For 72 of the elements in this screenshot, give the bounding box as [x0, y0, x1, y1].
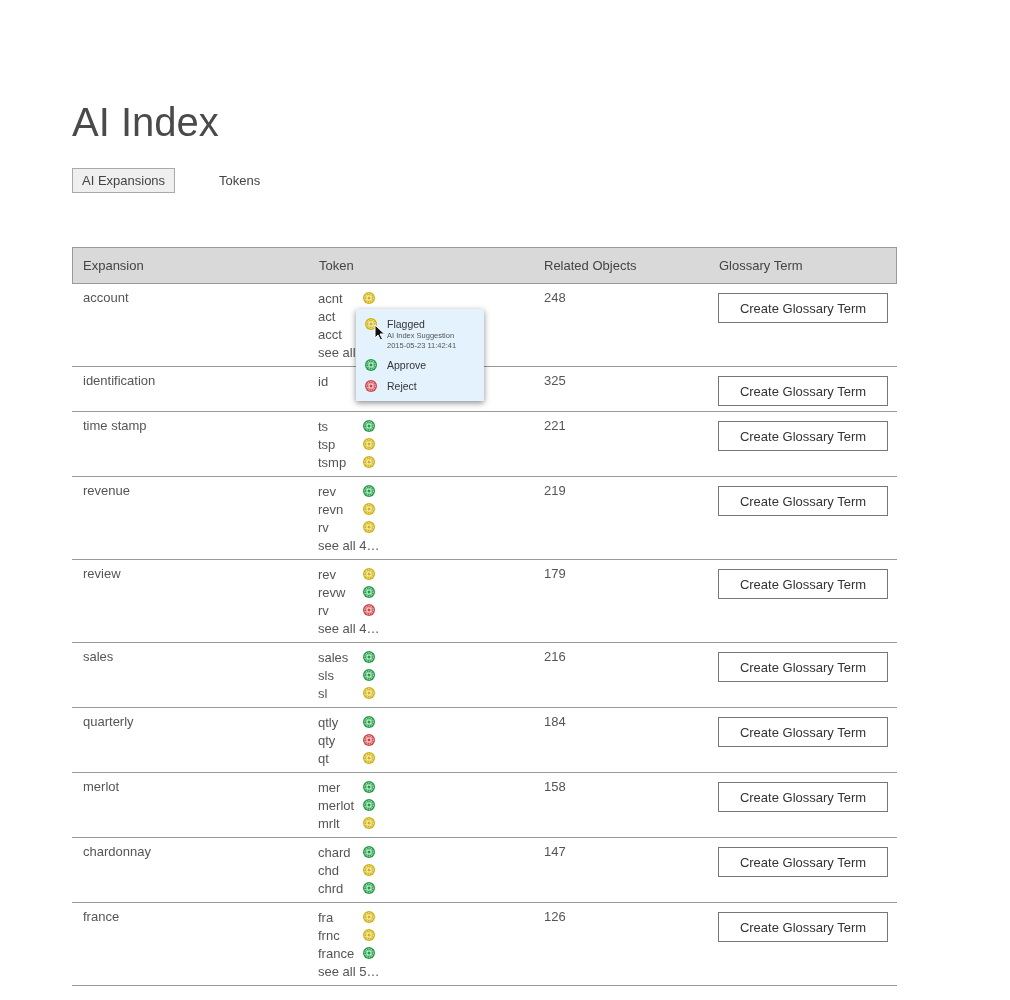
see-all-link[interactable]: see all 4…	[318, 537, 380, 553]
token-text: act	[318, 308, 337, 324]
tab[interactable]: AI Expansions	[72, 168, 176, 193]
create-glossary-term-button[interactable]: Create Glossary Term	[718, 847, 888, 877]
create-glossary-term-button[interactable]: Create Glossary Term	[718, 652, 888, 682]
token-text: rev	[318, 566, 338, 582]
create-glossary-term-button[interactable]: Create Glossary Term	[718, 569, 888, 599]
related-objects-cell: 216	[544, 649, 566, 664]
expansion-cell: france	[83, 909, 120, 924]
cursor-icon	[374, 324, 386, 341]
related-objects-cell: 325	[544, 373, 566, 388]
related-objects-cell: 147	[544, 844, 566, 859]
expansion-cell: quarterly	[83, 714, 134, 729]
menu-item[interactable]: Approve	[387, 358, 427, 372]
related-objects-cell: 158	[544, 779, 566, 794]
expansion-cell: account	[83, 290, 129, 305]
expansion-cell: sales	[83, 649, 114, 664]
token-text: france	[318, 945, 356, 961]
see-all-link[interactable]: see all 5…	[318, 963, 380, 979]
expansion-cell: chardonnay	[83, 844, 151, 859]
token-text: merlot	[318, 797, 356, 813]
expansion-cell: review	[83, 566, 121, 581]
column-header: Expansion	[82, 258, 145, 273]
token-text: ts	[318, 418, 330, 434]
token-text: id	[318, 373, 330, 389]
token-text: chard	[318, 844, 352, 860]
create-glossary-term-button[interactable]: Create Glossary Term	[718, 717, 888, 747]
token-text: revw	[318, 584, 347, 600]
token-text: qtly	[318, 714, 340, 730]
token-text: rv	[318, 519, 330, 535]
related-objects-cell: 179	[544, 566, 566, 581]
tab[interactable]: Tokens	[218, 168, 262, 193]
token-text: qty	[318, 732, 337, 748]
create-glossary-term-button[interactable]: Create Glossary Term	[718, 486, 888, 516]
create-glossary-term-button[interactable]: Create Glossary Term	[718, 293, 888, 323]
create-glossary-term-button[interactable]: Create Glossary Term	[718, 421, 888, 451]
token-text: sls	[318, 667, 335, 683]
token-text: tsp	[318, 436, 337, 452]
token-text: tsmp	[318, 454, 348, 470]
expansion-cell: revenue	[83, 483, 130, 498]
token-text: acnt	[318, 290, 344, 306]
token-text: rv	[318, 602, 330, 618]
create-glossary-term-button[interactable]: Create Glossary Term	[718, 912, 888, 942]
create-glossary-term-button[interactable]: Create Glossary Term	[718, 782, 888, 812]
see-all-link[interactable]: see all 4…	[318, 620, 380, 636]
token-text: revn	[318, 501, 345, 517]
menu-item[interactable]: Reject	[387, 379, 417, 393]
related-objects-cell: 221	[544, 418, 566, 433]
related-objects-cell: 248	[544, 290, 566, 305]
related-objects-cell: 219	[544, 483, 566, 498]
token-text: sl	[318, 685, 329, 701]
token-text: mrlt	[318, 815, 341, 831]
create-glossary-term-button[interactable]: Create Glossary Term	[718, 376, 888, 406]
token-text: mer	[318, 779, 342, 795]
menu-item[interactable]: Flagged	[387, 317, 457, 331]
column-header: Related Objects	[543, 258, 638, 273]
token-text: rev	[318, 483, 338, 499]
token-text: fra	[318, 909, 335, 925]
related-objects-cell: 184	[544, 714, 566, 729]
column-header: Token	[318, 258, 355, 273]
token-text: acct	[318, 326, 343, 342]
token-text: qt	[318, 750, 330, 766]
token-text: frnc	[318, 927, 341, 943]
column-header: Glossary Term	[718, 258, 804, 273]
related-objects-cell: 126	[544, 909, 566, 924]
expansion-cell: time stamp	[83, 418, 147, 433]
expansion-cell: identification	[83, 373, 156, 388]
token-text: sales	[318, 649, 350, 665]
token-text: chrd	[318, 880, 345, 896]
expansion-cell: merlot	[83, 779, 120, 794]
page-title: AI Index	[72, 99, 220, 146]
token-text: chd	[318, 862, 340, 878]
